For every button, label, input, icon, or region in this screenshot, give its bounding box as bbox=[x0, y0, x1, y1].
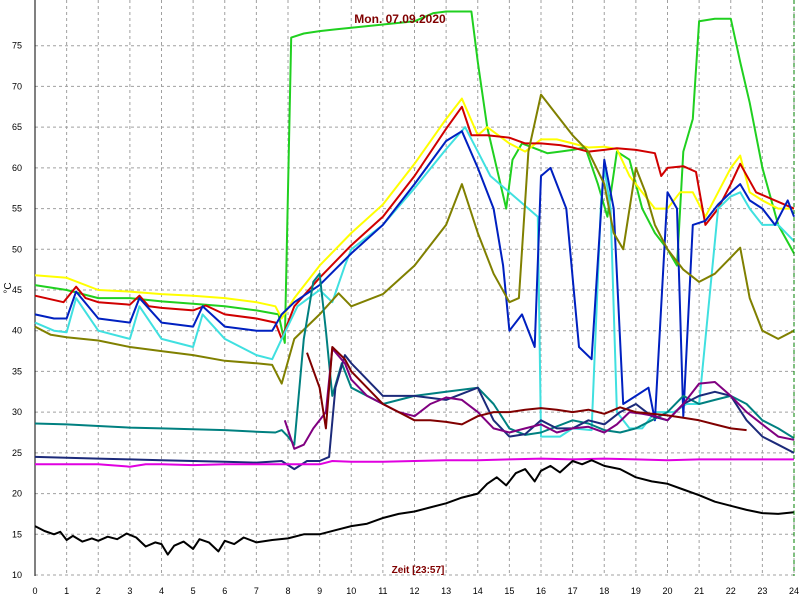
x-tick-label: 15 bbox=[504, 586, 514, 596]
x-tick-label: 14 bbox=[473, 586, 483, 596]
y-tick-label: 70 bbox=[12, 81, 22, 91]
x-tick-label: 8 bbox=[285, 586, 290, 596]
x-tick-label: 18 bbox=[599, 586, 609, 596]
x-tick-label: 13 bbox=[441, 586, 451, 596]
x-tick-label: 23 bbox=[757, 586, 767, 596]
y-tick-label: 65 bbox=[12, 122, 22, 132]
x-axis-caption: Zeit [23:57] bbox=[392, 565, 445, 576]
x-tick-label: 12 bbox=[409, 586, 419, 596]
x-tick-label: 0 bbox=[32, 586, 37, 596]
y-tick-label: 40 bbox=[12, 326, 22, 336]
x-tick-label: 10 bbox=[346, 586, 356, 596]
y-tick-label: 75 bbox=[12, 41, 22, 51]
x-tick-label: 20 bbox=[662, 586, 672, 596]
y-tick-label: 50 bbox=[12, 244, 22, 254]
x-tick-label: 19 bbox=[631, 586, 641, 596]
temperature-line-chart: 10152025303540455055606570750 1 2 3 4 5 6 7 8 9 10… bbox=[3, 0, 799, 596]
x-tick-label: 24 bbox=[789, 586, 799, 596]
x-tick-label: 5 bbox=[191, 586, 196, 596]
x-tick-label: 11 bbox=[378, 586, 387, 596]
y-axis-unit: °C bbox=[3, 282, 14, 293]
x-tick-label: 7 bbox=[254, 586, 259, 596]
x-tick-label: 17 bbox=[568, 586, 578, 596]
x-tick-label: 4 bbox=[159, 586, 164, 596]
y-tick-label: 10 bbox=[12, 570, 22, 580]
x-tick-label: 3 bbox=[127, 586, 132, 596]
y-tick-label: 30 bbox=[12, 407, 22, 417]
y-tick-label: 35 bbox=[12, 366, 22, 376]
x-tick-label: 2 bbox=[96, 586, 101, 596]
y-tick-label: 20 bbox=[12, 489, 22, 499]
y-tick-label: 15 bbox=[12, 529, 22, 539]
x-tick-label: 6 bbox=[222, 586, 227, 596]
x-tick-label: 16 bbox=[536, 586, 546, 596]
y-tick-label: 25 bbox=[12, 448, 22, 458]
y-tick-label: 60 bbox=[12, 163, 22, 173]
x-tick-label: 1 bbox=[64, 586, 69, 596]
x-tick-label: 22 bbox=[726, 586, 736, 596]
chart-title: Mon. 07.09.2020 bbox=[354, 12, 446, 26]
y-tick-label: 55 bbox=[12, 204, 22, 214]
x-tick-label: 21 bbox=[694, 586, 704, 596]
x-tick-label: 9 bbox=[317, 586, 322, 596]
